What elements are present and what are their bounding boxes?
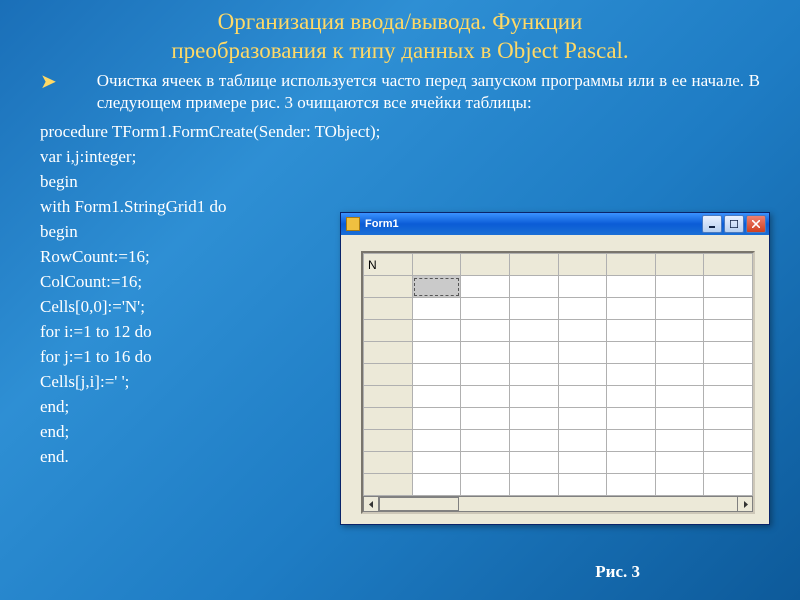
intro-text: Очистка ячеек в таблице используется час… (71, 70, 760, 116)
horizontal-scrollbar[interactable] (363, 496, 753, 512)
selected-cell[interactable] (412, 276, 461, 298)
scroll-left-button[interactable] (363, 496, 379, 512)
app-icon (346, 217, 360, 231)
figure-caption: Рис. 3 (595, 562, 640, 582)
scroll-right-button[interactable] (737, 496, 753, 512)
titlebar[interactable]: Form1 (341, 213, 769, 235)
minimize-button[interactable] (702, 215, 722, 233)
slide-title: Организация ввода/вывода. Функции преобр… (0, 0, 800, 66)
window-title: Form1 (365, 218, 702, 230)
bullet-icon: ➤ (40, 70, 57, 92)
scroll-thumb[interactable] (379, 497, 459, 511)
delphi-form-window: Form1 N (340, 212, 770, 525)
scroll-track[interactable] (379, 496, 737, 512)
string-grid[interactable]: N (361, 251, 755, 514)
close-button[interactable] (746, 215, 766, 233)
maximize-button[interactable] (724, 215, 744, 233)
grid-corner-cell: N (364, 254, 413, 276)
